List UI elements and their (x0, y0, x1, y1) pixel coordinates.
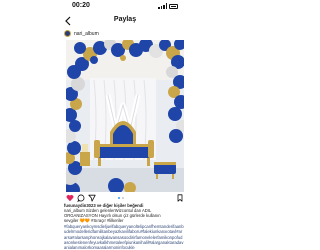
carousel-dot (121, 197, 124, 199)
heart-icon[interactable] (66, 194, 74, 202)
caption-line: sevgiler 🧡🧡 #Sıraçır #lilkeriler (64, 218, 124, 224)
avatar[interactable] (64, 30, 71, 37)
post-username[interactable]: nari_album (74, 31, 99, 37)
share-icon[interactable] (88, 194, 96, 202)
carousel-dot-active (118, 197, 120, 199)
post-action-bar (58, 193, 192, 203)
signal-icon (158, 3, 167, 9)
nav-bar: Paylaş (58, 14, 192, 28)
status-time: 00:20 (72, 2, 90, 9)
comment-icon[interactable] (77, 194, 85, 202)
carousel-indicator (118, 197, 124, 199)
post-caption: fusunaydin3023 ve diğer kişiler beğendi … (64, 203, 184, 250)
bookmark-icon[interactable] (176, 194, 184, 202)
post-header: nari_album (58, 28, 192, 40)
status-bar: 00:20 (0, 0, 250, 14)
status-icons (158, 3, 178, 9)
post-image[interactable] (66, 40, 184, 192)
hashtag-block[interactable]: #fabqueryankoymsdieljuelfabqueryanolteli… (64, 224, 184, 249)
page-title: Paylaş (113, 16, 137, 23)
balloon-arch-photo (66, 40, 184, 192)
battery-icon (169, 3, 178, 9)
